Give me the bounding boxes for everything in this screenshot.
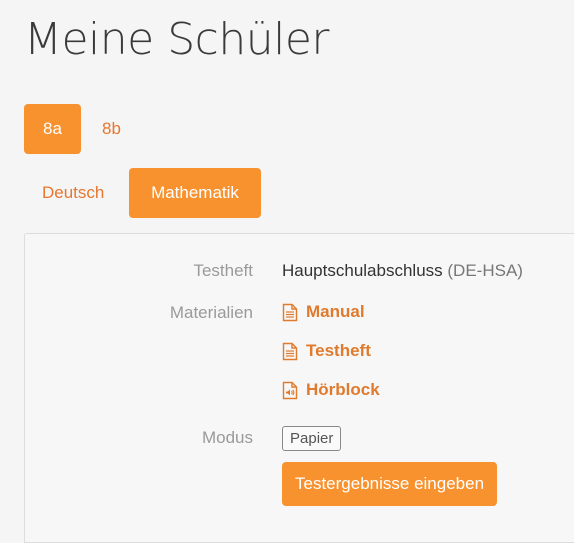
details-panel: Testheft Hauptschulabschluss (DE-HSA) Ma…: [24, 233, 574, 543]
subject-tab-mathematik[interactable]: Mathematik: [129, 168, 261, 218]
modus-badge: Papier: [282, 426, 342, 451]
testheft-code: (DE-HSA): [447, 261, 523, 280]
document-icon: [282, 303, 298, 322]
materialien-label: Materialien: [169, 303, 253, 322]
testheft-value: Hauptschulabschluss (DE-HSA): [282, 261, 523, 281]
class-tab-8a[interactable]: 8a: [24, 104, 81, 154]
testheft-label: Testheft: [193, 261, 253, 280]
material-link-manual[interactable]: Manual: [282, 302, 365, 322]
testheft-name: Hauptschulabschluss: [282, 261, 443, 280]
material-link-hoerblock[interactable]: Hörblock: [282, 380, 380, 400]
material-label: Hörblock: [306, 380, 380, 399]
class-tab-8b[interactable]: 8b: [84, 104, 139, 154]
subject-tab-deutsch[interactable]: Deutsch: [24, 168, 122, 218]
document-icon: [282, 342, 298, 361]
page-title: Meine Schüler: [24, 14, 329, 65]
modus-label: Modus: [201, 428, 253, 447]
material-link-testheft[interactable]: Testheft: [282, 341, 371, 361]
material-label: Testheft: [306, 341, 371, 360]
enter-test-results-button[interactable]: Testergebnisse eingeben: [282, 462, 498, 506]
audio-file-icon: [282, 381, 298, 400]
material-label: Manual: [306, 302, 365, 321]
